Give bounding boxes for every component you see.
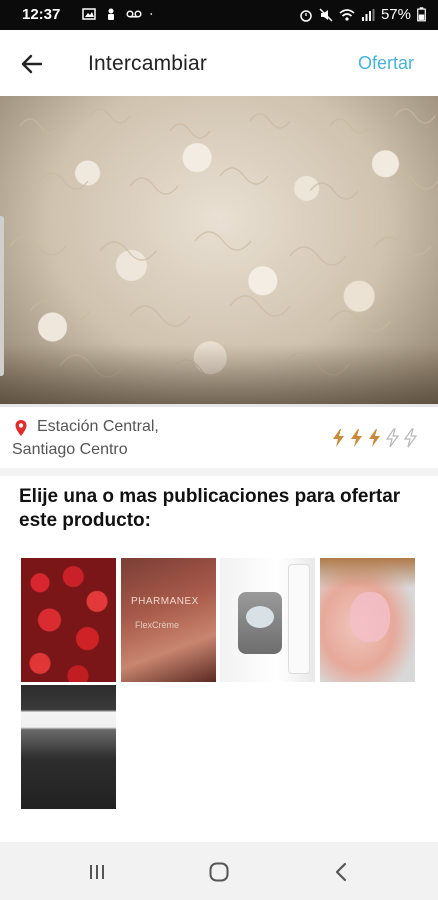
home-icon	[209, 862, 229, 882]
bolt-filled-icon	[351, 429, 362, 447]
signal-icon	[361, 8, 375, 21]
back-button[interactable]	[12, 46, 52, 82]
publication-thumbnail-pharmanex[interactable]: PHARMANEX FlexCrème	[121, 558, 216, 682]
bottle-shape	[288, 564, 310, 674]
recents-icon	[90, 865, 104, 879]
scroll-edge-indicator	[0, 216, 4, 376]
device-face	[246, 606, 274, 628]
battery-icon	[417, 7, 426, 22]
instructions-text: Elije una o mas publicaciones para ofert…	[19, 486, 401, 531]
product-image[interactable]	[0, 96, 438, 404]
ofertar-button[interactable]: Ofertar	[358, 53, 414, 74]
battery-percentage: 57%	[380, 6, 411, 23]
status-time: 12:37	[22, 6, 61, 23]
system-back-button[interactable]	[326, 858, 356, 886]
location-text: Estación Central,	[37, 418, 159, 435]
publication-thumbnail-facial-mask[interactable]	[320, 558, 415, 682]
recents-button[interactable]	[82, 858, 112, 886]
status-bar: 12:37 57%	[0, 0, 438, 30]
section-divider	[0, 468, 438, 476]
system-icons: 57%	[299, 6, 426, 23]
home-button[interactable]	[204, 858, 234, 886]
app-bar: Intercambiar Ofertar	[0, 30, 438, 96]
mask-shape	[350, 592, 390, 642]
person-notification-icon	[108, 8, 114, 20]
arrow-left-icon	[21, 54, 43, 74]
wifi-icon	[339, 8, 355, 21]
page-title: Intercambiar	[88, 52, 208, 75]
system-nav-bar	[0, 842, 438, 900]
location-row: Estación Central, Santiago Centro	[0, 404, 438, 468]
bolt-filled-icon	[369, 429, 380, 447]
product-name-text: FlexCrème	[135, 620, 180, 630]
product-brand-text: PHARMANEX	[131, 596, 199, 607]
location-pin-icon	[15, 420, 27, 436]
bolt-empty-icon	[403, 428, 418, 448]
bolt-empty-icon	[385, 428, 400, 448]
back-icon	[335, 862, 347, 882]
alarm-icon	[300, 9, 312, 22]
notification-icons	[82, 7, 156, 21]
publication-thumbnail-strawberries[interactable]	[21, 558, 116, 682]
rating-bolts	[331, 428, 418, 448]
image-notification-icon	[82, 8, 96, 20]
bolt-filled-icon	[333, 429, 344, 447]
publication-thumbnail-device[interactable]	[220, 558, 315, 682]
publication-thumbnail-interior[interactable]	[21, 685, 116, 809]
location-text-line2: Santiago Centro	[12, 441, 128, 458]
dot-icon	[150, 13, 153, 15]
voicemail-icon	[126, 10, 142, 18]
mute-icon	[319, 7, 333, 22]
hair-shape	[320, 558, 415, 588]
image-shadow	[0, 344, 438, 404]
